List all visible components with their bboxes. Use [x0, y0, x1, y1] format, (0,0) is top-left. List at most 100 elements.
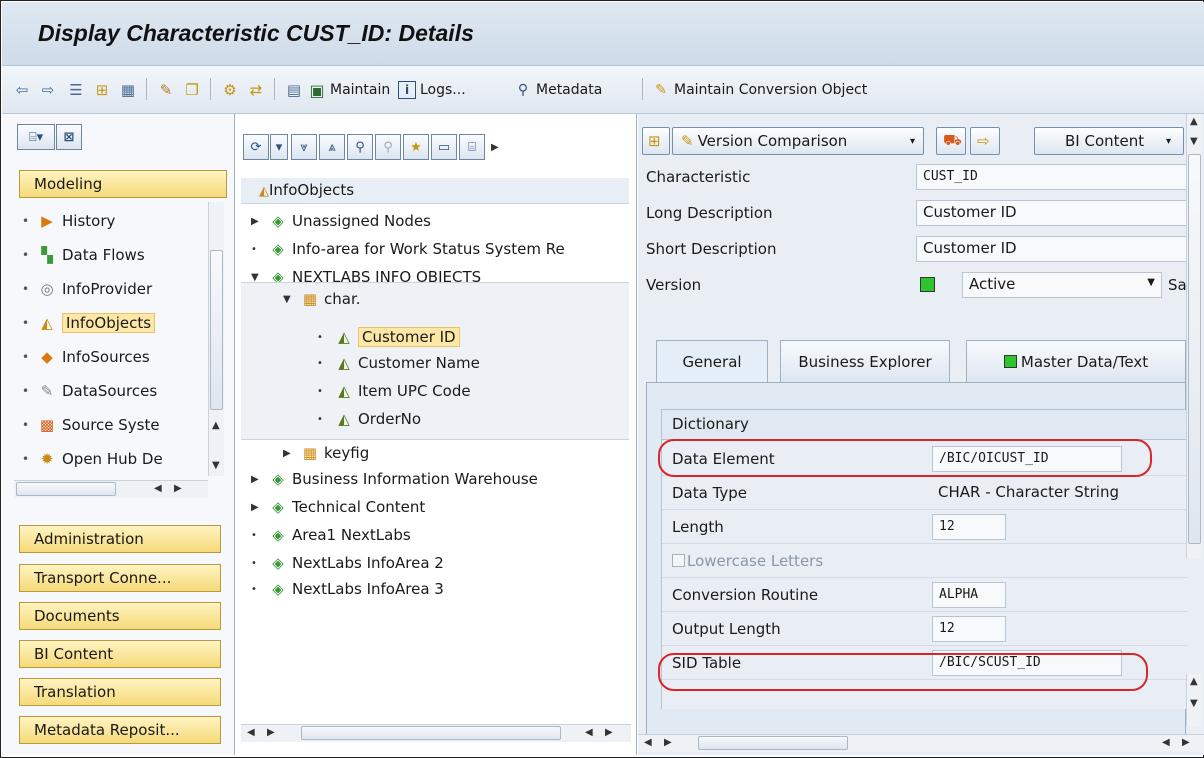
infoobject-icon: ◭: [338, 328, 350, 346]
long-description-field[interactable]: Customer ID: [916, 200, 1188, 226]
nav-scroll-thumb[interactable]: [210, 250, 223, 410]
tree-node-char[interactable]: ▼ ▦ char.: [283, 286, 361, 312]
nav-item-datasources[interactable]: • ✎ DataSources: [22, 378, 157, 404]
conversion-routine-field[interactable]: ALPHA: [932, 582, 1006, 608]
documents-button[interactable]: Documents: [19, 602, 221, 630]
tab-general[interactable]: General: [656, 340, 768, 382]
hierarchy-icon[interactable]: ⊞: [92, 78, 112, 102]
bi-content-dropdown[interactable]: BI Content ▾: [1034, 127, 1184, 155]
nav-horizontal-scrollbar[interactable]: ◀ ▶: [14, 480, 208, 498]
administration-button[interactable]: Administration: [19, 525, 221, 553]
tree-node-keyfig[interactable]: ▶ ▦ keyfig: [283, 440, 369, 466]
version-dropdown[interactable]: Active ▼: [962, 272, 1162, 298]
transport-icon[interactable]: ⛟: [936, 127, 966, 155]
tree-node-infoarea2[interactable]: • ◈ NextLabs InfoArea 2: [251, 550, 444, 576]
tab-master-data[interactable]: Master Data/Text: [966, 340, 1186, 382]
maintain-button[interactable]: ▣ Maintain: [308, 78, 390, 102]
active-status-icon: [920, 277, 935, 292]
nav-item-open-hub[interactable]: • ✹ Open Hub De: [22, 446, 163, 472]
close-icon[interactable]: ⊠: [56, 124, 82, 150]
sap-window: Display Characteristic CUST_ID: Details …: [0, 0, 1204, 758]
details-vertical-scrollbar[interactable]: ▲ ▼: [1186, 114, 1202, 558]
nav-item-infosources[interactable]: • ◆ InfoSources: [22, 344, 150, 370]
history-icon: ▶: [41, 212, 53, 230]
bi-content-button[interactable]: BI Content: [19, 640, 221, 668]
metadata-button[interactable]: ⚲ Metadata: [514, 78, 602, 102]
tree-node-biw[interactable]: ▶ ◈ Business Information Warehouse: [251, 466, 538, 492]
export-icon[interactable]: ⇨: [970, 127, 1000, 155]
short-description-field[interactable]: Customer ID: [916, 236, 1188, 262]
table-icon[interactable]: ▦: [118, 78, 138, 102]
infosource-icon: ◆: [41, 348, 53, 366]
tree-node-customer-name[interactable]: • ◭ Customer Name: [317, 350, 480, 376]
infoarea-icon: ◈: [272, 554, 284, 572]
tree-node-area1[interactable]: • ◈ Area1 NextLabs: [251, 522, 411, 548]
nav-hscroll-thumb[interactable]: [16, 482, 116, 496]
tree-node-unassigned[interactable]: ▶ ◈ Unassigned Nodes: [251, 208, 431, 234]
display-icon[interactable]: ▭: [431, 134, 457, 160]
logs-button[interactable]: i Logs...: [398, 78, 466, 102]
details-hscroll-thumb[interactable]: [698, 736, 848, 750]
data-type-field[interactable]: CHAR - Character String: [932, 480, 1172, 506]
nav-item-infoprovider[interactable]: • ◎ InfoProvider: [22, 276, 152, 302]
tree-node-item-upc[interactable]: • ◭ Item UPC Code: [317, 378, 471, 404]
collapse-all-icon[interactable]: ⩓: [319, 134, 345, 160]
version-comparison-button[interactable]: ✎ Version Comparison ▾: [672, 127, 924, 155]
highlight-sid-table: [658, 653, 1148, 691]
structure-icon[interactable]: ▤: [284, 78, 304, 102]
more-toolbar-icon[interactable]: ▶: [491, 142, 499, 153]
copy-icon[interactable]: ❐: [182, 78, 202, 102]
infoarea-icon: ◈: [272, 470, 284, 488]
tree-node-work-status[interactable]: • ◈ Info-area for Work Status System Re: [251, 236, 565, 262]
lowercase-checkbox[interactable]: Lowercase Letters: [672, 552, 823, 570]
dropdown-icon[interactable]: ▾: [270, 134, 288, 160]
nav-item-source-systems[interactable]: • ▩ Source Syste: [22, 412, 160, 438]
output-length-field[interactable]: 12: [932, 616, 1006, 642]
long-description-label: Long Description: [646, 204, 773, 222]
nav-vertical-scrollbar[interactable]: ▲ ▼: [208, 202, 224, 476]
title-bar: Display Characteristic CUST_ID: Details: [2, 2, 1204, 66]
hierarchy-icon[interactable]: ⊞: [642, 127, 670, 155]
transport-connection-button[interactable]: Transport Conne...: [19, 564, 221, 592]
tab-business-explorer[interactable]: Business Explorer: [780, 340, 950, 382]
tree-node-customer-id[interactable]: • ◭ Customer ID: [317, 324, 460, 350]
list-icon[interactable]: ☰: [66, 78, 86, 102]
characteristic-field[interactable]: CUST_ID: [916, 164, 1188, 190]
layout-icon[interactable]: ⌸▾: [17, 124, 55, 150]
nav-item-infoobjects[interactable]: • ◭ InfoObjects: [22, 310, 156, 336]
tree-horizontal-scrollbar[interactable]: ◀ ▶ ◀ ▶: [241, 724, 631, 742]
short-description-label: Short Description: [646, 240, 777, 258]
settings-icon[interactable]: ⌸: [459, 134, 485, 160]
back-icon[interactable]: ⇦: [12, 78, 32, 102]
edit-icon[interactable]: ✎: [156, 78, 176, 102]
details-scroll-thumb[interactable]: [1188, 154, 1201, 544]
openhub-icon: ✹: [40, 450, 54, 468]
tab-vertical-scrollbar[interactable]: ▲ ▼: [1186, 674, 1202, 726]
tree-node-orderno[interactable]: • ◭ OrderNo: [317, 406, 421, 432]
data-type-row: Data Type CHAR - Character String: [662, 476, 1188, 510]
expand-all-icon[interactable]: ⩔: [291, 134, 317, 160]
length-field[interactable]: 12: [932, 514, 1006, 540]
active-status-icon: [1003, 355, 1017, 368]
compare-icon: ✎: [681, 132, 694, 150]
infoarea-icon: ◈: [272, 526, 284, 544]
modeling-button[interactable]: Modeling: [19, 170, 227, 198]
nav-item-data-flows[interactable]: • ▚ Data Flows: [22, 242, 145, 268]
tree-node-infoarea3[interactable]: • ◈ NextLabs InfoArea 3: [251, 576, 444, 602]
nav-item-history[interactable]: • ▶ History: [22, 208, 115, 234]
metadata-repository-button[interactable]: Metadata Reposit...: [19, 716, 221, 744]
refresh-icon[interactable]: ⟳: [243, 134, 269, 160]
maintain-conversion-button[interactable]: ✎ Maintain Conversion Object: [652, 78, 867, 102]
forward-icon[interactable]: ⇨: [38, 78, 58, 102]
favorites-icon[interactable]: ★: [403, 134, 429, 160]
tree-hscroll-thumb[interactable]: [301, 726, 561, 740]
details-horizontal-scrollbar[interactable]: ◀ ▶ ◀ ▶: [638, 734, 1204, 752]
find-icon[interactable]: ⚲: [347, 134, 373, 160]
tree-node-technical-content[interactable]: ▶ ◈ Technical Content: [251, 494, 425, 520]
find-next-icon[interactable]: ⚲: [375, 134, 401, 160]
tree-header: ◭InfoObjects: [241, 178, 629, 204]
transfer-icon[interactable]: ⇄: [246, 78, 266, 102]
pencil-icon: ✎: [655, 82, 667, 98]
activate-icon[interactable]: ⚙: [220, 78, 240, 102]
translation-button[interactable]: Translation: [19, 678, 221, 706]
